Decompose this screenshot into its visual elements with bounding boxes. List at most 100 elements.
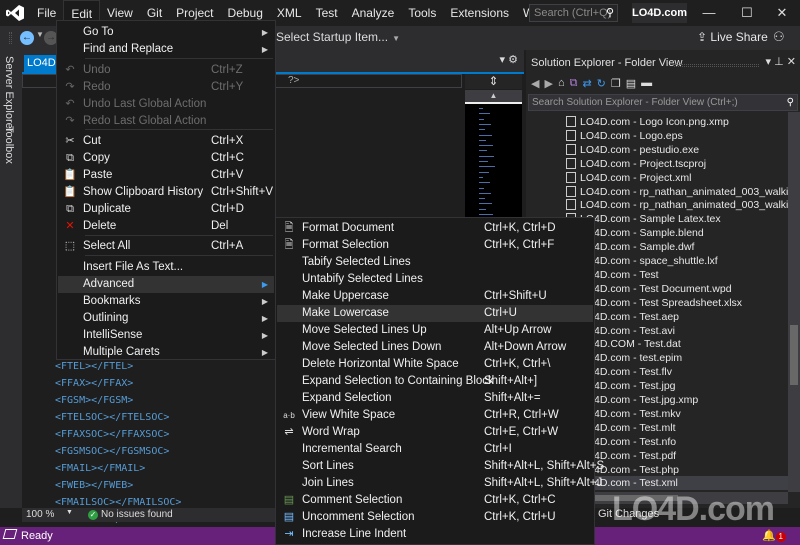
menu-item-label: Make Lowercase	[302, 307, 389, 319]
menu-item-incremental-search[interactable]: Incremental Search Ctrl+I	[277, 441, 593, 458]
menu-item-outlining[interactable]: Outlining ▶	[58, 310, 274, 327]
scroll-up-arrow-icon[interactable]: ▲	[465, 90, 522, 102]
sync-icon[interactable]: ⇄	[582, 77, 591, 90]
menu-item-select-all[interactable]: ⬚ Select All Ctrl+A	[58, 238, 274, 255]
menu-item-make-lowercase[interactable]: Make Lowercase Ctrl+U	[277, 305, 593, 322]
tab-list-dropdown-icon[interactable]: ▾	[500, 54, 506, 66]
menu-item-intellisense[interactable]: IntelliSense ▶	[58, 327, 274, 344]
menu-analyze[interactable]: Analyze	[345, 0, 402, 26]
tree-item[interactable]: LO4D.com - pestudio.exe	[566, 143, 699, 157]
pin-icon[interactable]: ⊥	[774, 56, 784, 68]
navigate-back-icon[interactable]: ←	[20, 31, 34, 45]
tree-item[interactable]: LO4D.com - Project.xml	[566, 171, 691, 185]
gear-icon[interactable]: ⚙	[508, 54, 518, 66]
collapse-all-icon[interactable]: ❐	[611, 77, 621, 90]
code-line[interactable]: <FFAX></FFAX>	[55, 378, 133, 389]
zoom-level[interactable]: 100 %	[26, 509, 54, 520]
menu-item-make-uppercase[interactable]: Make Uppercase Ctrl+Shift+U	[277, 288, 593, 305]
tree-item[interactable]: LO4D.com - rp_nathan_animated_003_walkin…	[566, 198, 788, 212]
tree-item[interactable]: LO4D.com - Logo Icon.png.xmp	[566, 115, 729, 129]
chevron-down-icon[interactable]: ▼	[36, 30, 44, 39]
menu-item-comment-selection[interactable]: ▤ Comment Selection Ctrl+K, Ctrl+C	[277, 492, 593, 509]
startup-item-dropdown[interactable]: Select Startup Item... ▼	[276, 30, 400, 44]
menu-item-find-and-replace[interactable]: Find and Replace ▶	[58, 41, 274, 58]
toolbar-grip[interactable]	[9, 32, 12, 44]
menu-item-sort-lines[interactable]: Sort Lines Shift+Alt+L, Shift+Alt+S	[277, 458, 604, 475]
chevron-down-icon[interactable]: ▼	[66, 509, 73, 516]
menu-extensions[interactable]: Extensions	[443, 0, 516, 26]
code-line[interactable]: <FTELSOC></FTELSOC>	[55, 412, 169, 423]
menu-item-expand-selection[interactable]: Expand Selection Shift+Alt+=	[277, 390, 593, 407]
menu-item-redo-last-global-action[interactable]: ↷ Redo Last Global Action	[58, 113, 274, 130]
menu-item-move-selected-lines-up[interactable]: Move Selected Lines Up Alt+Up Arrow	[277, 322, 593, 339]
switch-views-icon[interactable]: ⧉	[570, 77, 578, 90]
close-icon[interactable]: ✕	[787, 56, 796, 68]
menu-item-untabify-selected-lines[interactable]: Untabify Selected Lines	[277, 271, 593, 288]
refresh-icon[interactable]: ↻	[597, 77, 606, 90]
menu-item-increase-line-indent[interactable]: ⇥ Increase Line Indent	[277, 526, 593, 543]
menu-item-go-to[interactable]: Go To ▶	[58, 24, 274, 41]
menu-item-format-selection[interactable]: 🗎 Format Selection Ctrl+K, Ctrl+F	[277, 237, 593, 254]
vertical-scrollbar[interactable]	[788, 112, 800, 492]
submenu-arrow-icon: ▶	[261, 297, 268, 306]
menu-item-move-selected-lines-down[interactable]: Move Selected Lines Down Alt+Down Arrow	[277, 339, 593, 356]
maximize-button[interactable]: ☐	[730, 0, 764, 26]
back-icon[interactable]: ◀	[531, 77, 539, 90]
code-line[interactable]: <FMAIL></FMAIL>	[55, 463, 145, 474]
home-icon[interactable]: ⌂	[558, 77, 565, 89]
issues-indicator[interactable]: ✓ No issues found	[88, 509, 173, 520]
menu-tools[interactable]: Tools	[401, 0, 443, 26]
output-window-icon[interactable]	[2, 529, 18, 539]
minimize-button[interactable]: —	[692, 0, 726, 26]
menu-item-copy[interactable]: ⧉ Copy Ctrl+C	[58, 150, 274, 167]
tree-item[interactable]: LO4D.com - rp_nathan_animated_003_walkin…	[566, 185, 788, 199]
menu-item-delete[interactable]: ✕ Delete Del	[58, 218, 274, 235]
forward-icon[interactable]: ▶	[544, 77, 552, 90]
menu-item-multiple-carets[interactable]: Multiple Carets ▶	[58, 344, 274, 361]
menu-item-undo[interactable]: ↶ Undo Ctrl+Z	[58, 62, 274, 79]
notifications-button[interactable]: 🔔 1	[762, 529, 786, 542]
properties-icon[interactable]: ▬	[641, 77, 652, 89]
feedback-icon[interactable]: ⚇	[773, 29, 785, 45]
menu-item-advanced[interactable]: Advanced ▶	[58, 276, 274, 293]
menu-item-uncomment-selection[interactable]: ▤ Uncomment Selection Ctrl+K, Ctrl+U	[277, 509, 593, 526]
server-explorer-tab[interactable]: Server Explorer	[3, 56, 15, 132]
code-line[interactable]: <FFAXSOC></FFAXSOC>	[55, 429, 169, 440]
menu-item-bookmarks[interactable]: Bookmarks ▶	[58, 293, 274, 310]
live-share-button[interactable]: ⇪ Live Share	[697, 30, 768, 44]
menu-item-format-document[interactable]: 🗎 Format Document Ctrl+K, Ctrl+D	[277, 220, 593, 237]
menu-item-redo[interactable]: ↷ Redo Ctrl+Y	[58, 79, 274, 96]
code-line[interactable]: <FMAILSOC></FMAILSOC>	[55, 497, 181, 508]
tree-item[interactable]: LO4D.com - Project.tscproj	[566, 157, 706, 171]
menu-item-tabify-selected-lines[interactable]: Tabify Selected Lines	[277, 254, 593, 271]
git-changes-tab[interactable]: Git Changes	[598, 508, 659, 520]
menu-item-duplicate[interactable]: ⧉ Duplicate Ctrl+D	[58, 201, 274, 218]
code-line[interactable]: <FGSM></FGSM>	[55, 395, 133, 406]
panel-drag-handle[interactable]	[674, 64, 759, 67]
code-line[interactable]: <FTEL></FTEL>	[55, 361, 133, 372]
menu-item-cut[interactable]: ✂ Cut Ctrl+X	[58, 133, 274, 150]
menu-item-word-wrap[interactable]: ⇌ Word Wrap Ctrl+E, Ctrl+W	[277, 424, 593, 441]
menu-item-expand-selection-to-containing-block[interactable]: Expand Selection to Containing Block Shif…	[277, 373, 593, 390]
tree-item[interactable]: LO4D.com - Logo.eps	[566, 129, 683, 143]
menu-test[interactable]: Test	[309, 0, 345, 26]
menu-item-show-clipboard-history[interactable]: 📋 Show Clipboard History Ctrl+Shift+V	[58, 184, 274, 201]
account-badge[interactable]: LO4D.com	[632, 3, 687, 23]
menu-item-delete-horizontal-white-space[interactable]: Delete Horizontal White Space Ctrl+K, Ctr…	[277, 356, 593, 373]
search-input[interactable]: Search (Ctrl+Q) ⚲	[529, 4, 618, 22]
split-editor-icon[interactable]: ⇕	[465, 74, 522, 89]
visual-studio-logo-icon[interactable]	[0, 0, 30, 26]
toolbox-tab[interactable]: Toolbox	[3, 126, 15, 164]
panel-options-icon[interactable]: ▾	[766, 56, 772, 68]
code-line[interactable]: <FGSMSOC></FGSMSOC>	[55, 446, 169, 457]
menu-item-undo-last-global-action[interactable]: ↶ Undo Last Global Action	[58, 96, 274, 113]
scrollbar-thumb[interactable]	[790, 325, 798, 385]
show-all-files-icon[interactable]: ▤	[626, 77, 636, 90]
menu-item-insert-file-as-text[interactable]: Insert File As Text...	[58, 259, 274, 276]
menu-item-view-white-space[interactable]: a·b View White Space Ctrl+R, Ctrl+W	[277, 407, 593, 424]
menu-item-paste[interactable]: 📋 Paste Ctrl+V	[58, 167, 274, 184]
close-button[interactable]: ✕	[765, 0, 799, 26]
code-line[interactable]: <FWEB></FWEB>	[55, 480, 133, 491]
menu-item-join-lines[interactable]: Join Lines Shift+Alt+L, Shift+Alt+J	[277, 475, 602, 492]
solution-search-input[interactable]: Search Solution Explorer - Folder View (…	[528, 94, 798, 111]
